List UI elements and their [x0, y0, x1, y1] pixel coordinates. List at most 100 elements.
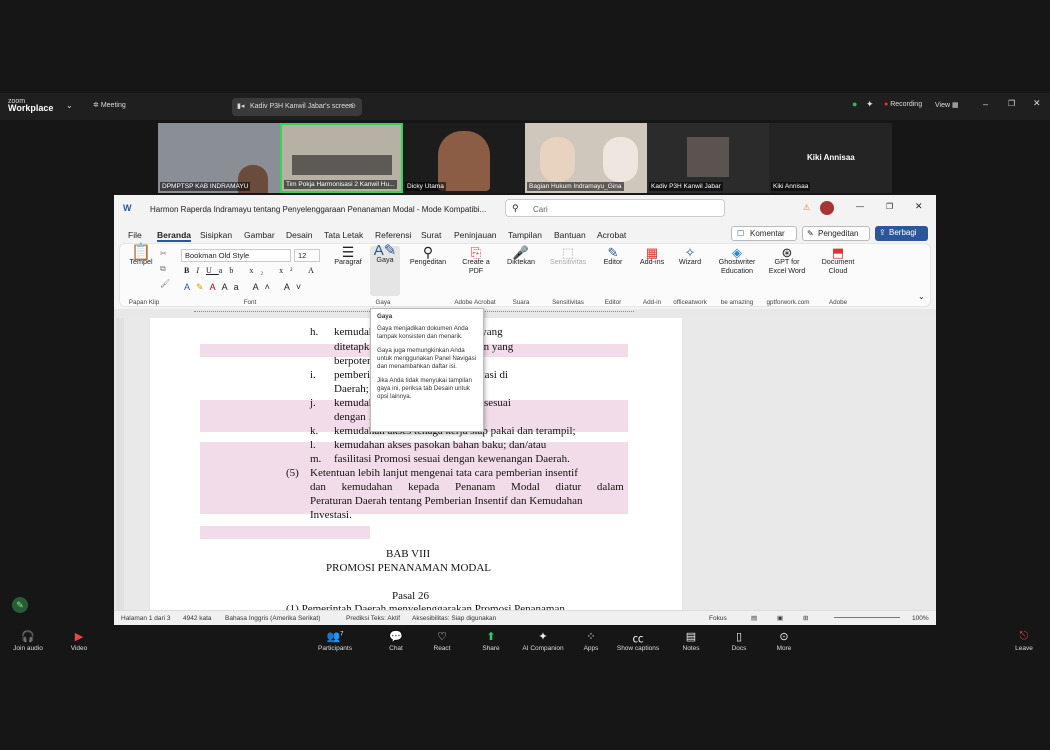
status-prediction[interactable]: Prediksi Teks: Aktif [346, 615, 400, 622]
participant-tile[interactable]: Bagian Hukum Indramayu_Gina [525, 123, 647, 193]
tab-sisipkan[interactable]: Sisipkan [200, 230, 232, 240]
font-name-select[interactable]: Bookman Old Style [181, 249, 291, 262]
editor-button[interactable]: ✎ Editor [598, 246, 628, 266]
restore-icon[interactable]: ❐ [886, 202, 893, 211]
web-layout-icon[interactable]: ⊞ [803, 614, 808, 622]
read-mode-icon[interactable]: ▤ [751, 614, 757, 622]
captions-button[interactable]: ㏄ Show captions [613, 630, 663, 652]
shield-icon[interactable]: ● [852, 99, 857, 109]
share-screen-button[interactable]: ⬆ Share [466, 630, 516, 652]
react-button[interactable]: ♡ React [417, 630, 467, 652]
screen-share-tab[interactable]: ▮◂ Kadiv P3H Kanwil Jabar's screen ⊙ [232, 98, 362, 116]
tab-file[interactable]: File [128, 230, 142, 240]
zoom-slider[interactable] [834, 617, 900, 618]
chat-button[interactable]: 💬 Chat [371, 630, 421, 652]
sensitivity-button[interactable]: ⬚ Sensitivitas [548, 246, 588, 266]
cut-icon[interactable]: ✂ [160, 249, 167, 258]
font-format-buttons[interactable]: BIUab x₂ x² A [184, 266, 321, 275]
doc-line[interactable]: dan kemudahan kepada Penanam Modal diatu… [310, 481, 624, 494]
document-title[interactable]: Harmon Raperda Indramayu tentang Penyele… [150, 205, 486, 214]
join-audio-button[interactable]: 🎧 Join audio [3, 630, 53, 652]
share-button[interactable]: ⇪ Berbagi [875, 226, 928, 241]
zoom-level[interactable]: 100% [912, 615, 929, 622]
dictate-button[interactable]: 🎤 Diktekan [504, 246, 538, 266]
participant-tile[interactable]: Kiki Annisaa Kiki Annisaa [769, 123, 892, 193]
minimize-icon[interactable]: – [983, 99, 988, 109]
group-label: Papan Klip [128, 299, 160, 306]
status-page[interactable]: Halaman 1 dari 3 [121, 615, 171, 622]
gpt-button[interactable]: ⊛ GPT for Excel Word [765, 246, 809, 275]
warning-icon[interactable]: ⚠ [803, 203, 810, 212]
tab-surat[interactable]: Surat [421, 230, 441, 240]
tab-tampilan[interactable]: Tampilan [508, 230, 542, 240]
ai-companion-button[interactable]: ✦ AI Companion [518, 630, 568, 652]
focus-mode[interactable]: Fokus [709, 615, 727, 622]
document-cloud-button[interactable]: ⬒ Document Cloud [817, 246, 859, 275]
copy-icon[interactable]: ⧉ [160, 264, 166, 274]
maximize-icon[interactable]: ❐ [1008, 99, 1015, 108]
paste-button[interactable]: 📋 Tempel [128, 245, 154, 267]
tab-tata-letak[interactable]: Tata Letak [324, 230, 363, 240]
doc-line[interactable]: Daerah; [334, 383, 369, 396]
paragraph-button[interactable]: ☰ Paragraf [330, 245, 366, 266]
editing-mode-button[interactable]: ✎ Pengeditan [802, 226, 870, 241]
doc-line[interactable]: kemudahan akses pasokan bahan baku; dan/… [334, 439, 546, 452]
status-accessibility[interactable]: Aksesibilitas: Siap digunakan [412, 615, 496, 622]
comment-button[interactable]: ☐ Komentar [731, 226, 797, 241]
participant-tile[interactable]: DPMPTSP KAB INDRAMAYU [158, 123, 280, 193]
meeting-menu[interactable]: ✲ Meeting [93, 101, 126, 109]
group-label: Editor [604, 299, 622, 306]
print-layout-icon[interactable]: ▣ [777, 614, 783, 622]
collapse-ribbon-icon[interactable]: ⌄ [918, 292, 925, 301]
create-pdf-button[interactable]: ⎘ Create a PDF [460, 246, 492, 275]
format-painter-icon[interactable]: 🖌 [160, 279, 170, 288]
font-color-buttons[interactable]: A✎AAa A˄ A˅ [184, 282, 307, 293]
docs-button[interactable]: ▯ Docs [714, 630, 764, 652]
apps-button[interactable]: ⁘ Apps [566, 630, 616, 652]
chevron-down-icon[interactable]: ⌄ [66, 101, 73, 110]
font-size-select[interactable]: 12 [294, 249, 320, 262]
video-button[interactable]: ▶ Video [54, 630, 104, 652]
more-icon[interactable]: ⊙ [350, 102, 356, 110]
doc-line[interactable]: Ketentuan lebih lanjut mengenai tata car… [310, 467, 578, 480]
ghostwriter-button[interactable]: ◈ Ghostwriter Education [713, 246, 761, 275]
recording-indicator[interactable]: ● Recording [884, 101, 922, 108]
editing-button[interactable]: ⚲ Pengeditan [408, 245, 448, 266]
minimize-icon[interactable]: — [856, 202, 864, 211]
tab-gambar[interactable]: Gambar [244, 230, 275, 240]
styles-button[interactable]: A✎ Gaya [370, 243, 400, 296]
tab-acrobat[interactable]: Acrobat [597, 230, 626, 240]
participant-name: Dicky Utama [405, 182, 446, 191]
participant-tile[interactable]: Dicky Utama [403, 123, 525, 193]
tab-beranda[interactable]: Beranda [157, 230, 192, 242]
view-menu[interactable]: View ▦ [935, 101, 959, 109]
status-words[interactable]: 4942 kata [183, 615, 212, 622]
search-icon: ⚲ [512, 203, 519, 213]
addins-button[interactable]: ▦ Add-ins [635, 246, 669, 266]
share-arrow-icon: ⬆ [486, 631, 496, 643]
close-icon[interactable]: ✕ [915, 201, 923, 212]
participants-button[interactable]: 👥7 Participants [310, 630, 360, 652]
tab-peninjauan[interactable]: Peninjauan [454, 230, 497, 240]
tab-desain[interactable]: Desain [286, 230, 312, 240]
doc-line[interactable]: Peraturan Daerah tentang Pemberian Insen… [310, 495, 582, 508]
tab-bantuan[interactable]: Bantuan [554, 230, 586, 240]
wizard-button[interactable]: ✧ Wizard [675, 246, 705, 266]
close-icon[interactable]: ✕ [1033, 98, 1041, 109]
ai-sparkle-icon[interactable]: ✦ [866, 99, 874, 110]
more-button[interactable]: ⊙ More [759, 630, 809, 652]
word-title-bar: W Harmon Raperda Indramayu tentang Penye… [114, 195, 936, 222]
docs-icon: ▯ [735, 631, 743, 643]
notes-button[interactable]: ▤ Notes [666, 630, 716, 652]
tab-referensi[interactable]: Referensi [375, 230, 411, 240]
leave-button[interactable]: ⎋ Leave [999, 630, 1049, 652]
search-box[interactable]: ⚲ Cari [505, 199, 725, 217]
annotate-icon[interactable]: ✎ [12, 597, 28, 613]
ribbon: 📋 Tempel ✂ ⧉ 🖌 Bookman Old Style 12 BIUab… [119, 243, 931, 307]
avatar[interactable] [820, 201, 834, 215]
status-language[interactable]: Bahasa Inggris (Amerika Serikat) [225, 615, 320, 622]
doc-line[interactable]: fasilitasi Promosi sesuai dengan kewenan… [334, 453, 570, 466]
participant-tile[interactable]: Kadiv P3H Kanwil Jabar [647, 123, 769, 193]
doc-line[interactable]: Investasi. [310, 509, 352, 522]
participant-tile-active[interactable]: Tim Pokja Harmonisasi 2 Kanwil Hu... [280, 123, 403, 193]
